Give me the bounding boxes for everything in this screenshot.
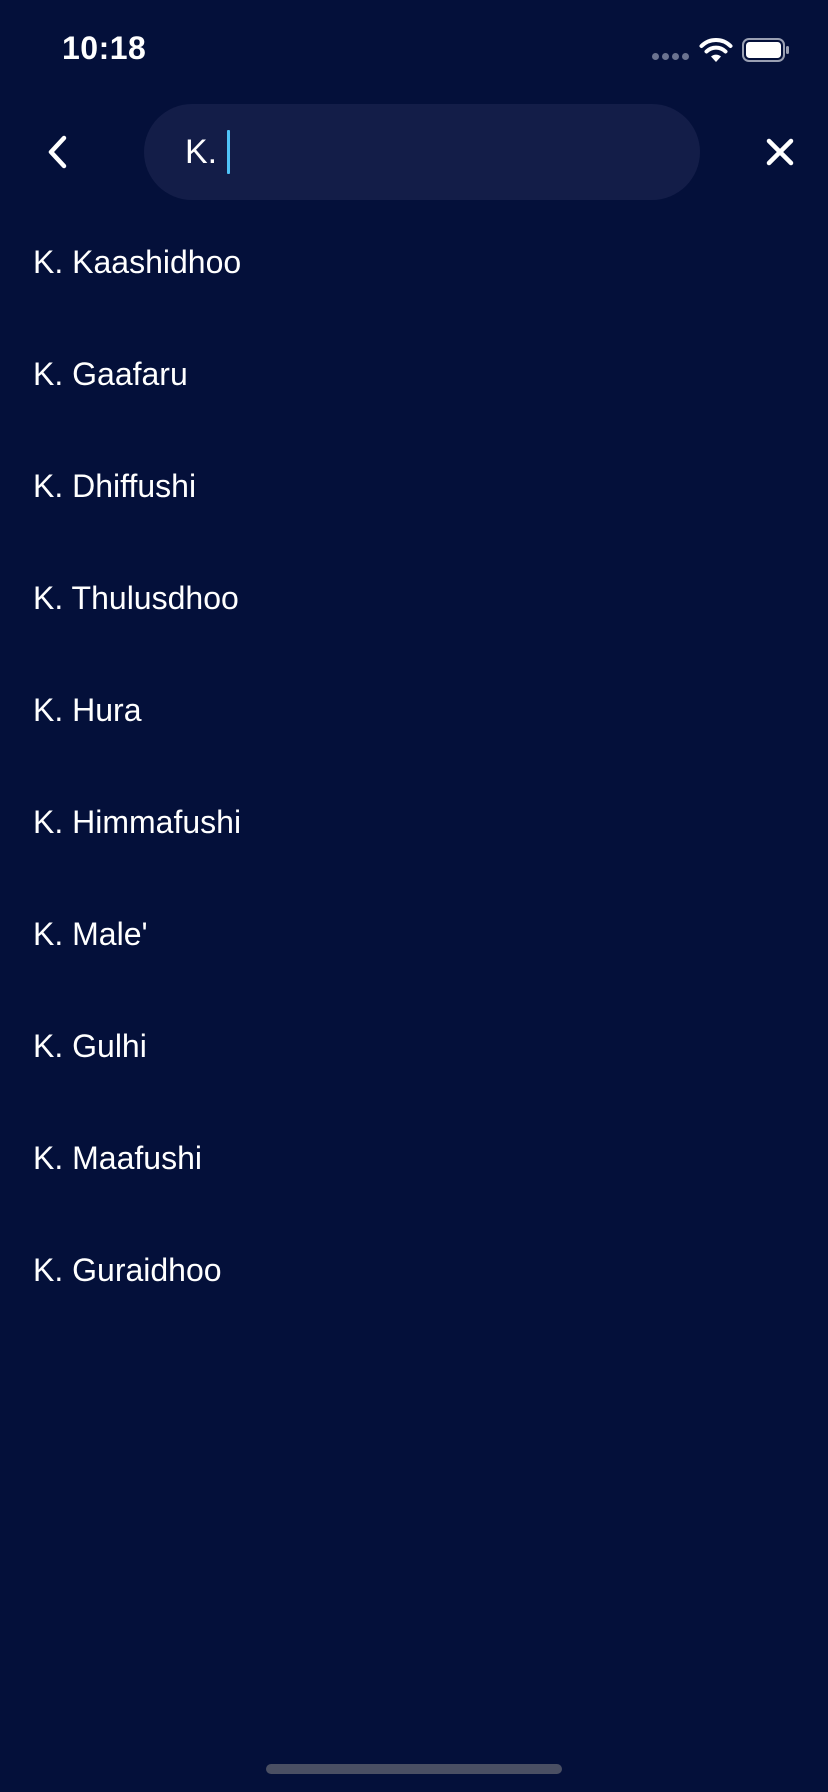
list-item[interactable]: K. Kaashidhoo [0, 214, 828, 326]
list-item[interactable]: K. Thulusdhoo [0, 550, 828, 662]
wifi-icon [699, 38, 733, 62]
cellular-signal-icon [652, 53, 689, 60]
list-item[interactable]: K. Himmafushi [0, 774, 828, 886]
back-button[interactable] [30, 122, 84, 182]
battery-icon [742, 38, 789, 62]
close-icon [766, 138, 794, 166]
home-indicator[interactable] [266, 1764, 562, 1774]
text-caret [227, 130, 231, 174]
status-bar: 10:18 [0, 0, 828, 100]
search-results-list: K. Kaashidhoo K. Gaafaru K. Dhiffushi K.… [0, 214, 828, 1334]
chevron-left-icon [48, 135, 67, 169]
list-item[interactable]: K. Hura [0, 662, 828, 774]
clear-search-button[interactable] [752, 124, 808, 180]
list-item[interactable]: K. Dhiffushi [0, 438, 828, 550]
search-header: K. [0, 104, 828, 200]
list-item[interactable]: K. Maafushi [0, 1110, 828, 1222]
list-item[interactable]: K. Gaafaru [0, 326, 828, 438]
search-input[interactable]: K. [144, 104, 700, 200]
list-item[interactable]: K. Male' [0, 886, 828, 998]
search-query-text: K. [185, 132, 218, 171]
list-item[interactable]: K. Gulhi [0, 998, 828, 1110]
status-time: 10:18 [62, 30, 147, 66]
list-item[interactable]: K. Guraidhoo [0, 1222, 828, 1334]
